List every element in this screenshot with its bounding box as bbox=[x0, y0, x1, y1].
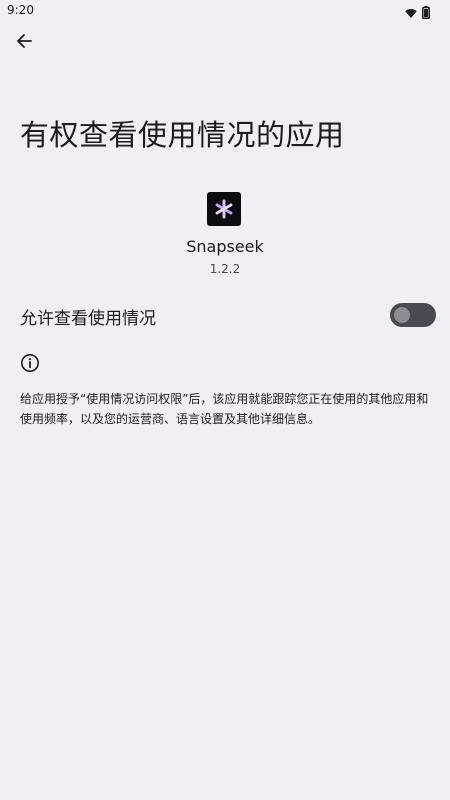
usage-access-toggle-label: 允许查看使用情况 bbox=[20, 309, 156, 329]
battery-icon bbox=[422, 4, 430, 23]
usage-access-switch[interactable] bbox=[390, 303, 436, 327]
page-title: 有权查看使用情况的应用 bbox=[20, 118, 345, 152]
usage-access-description: 给应用授予“使用情况访问权限”后，该应用就能跟踪您正在使用的其他应用和使用频率，… bbox=[20, 392, 429, 426]
switch-thumb bbox=[394, 307, 410, 323]
info-icon bbox=[20, 353, 40, 373]
status-time: 9:20 bbox=[7, 3, 34, 17]
status-icons bbox=[405, 4, 430, 23]
usage-access-toggle-row[interactable]: 允许查看使用情况 bbox=[0, 292, 450, 338]
status-bar: 9:20 bbox=[0, 0, 450, 22]
app-name: Snapseek bbox=[186, 237, 264, 256]
snapseek-app-icon bbox=[207, 192, 241, 226]
arrow-back-icon bbox=[16, 33, 32, 53]
app-version: 1.2.2 bbox=[209, 262, 241, 276]
back-button[interactable] bbox=[12, 31, 36, 55]
wifi-icon bbox=[405, 4, 417, 23]
